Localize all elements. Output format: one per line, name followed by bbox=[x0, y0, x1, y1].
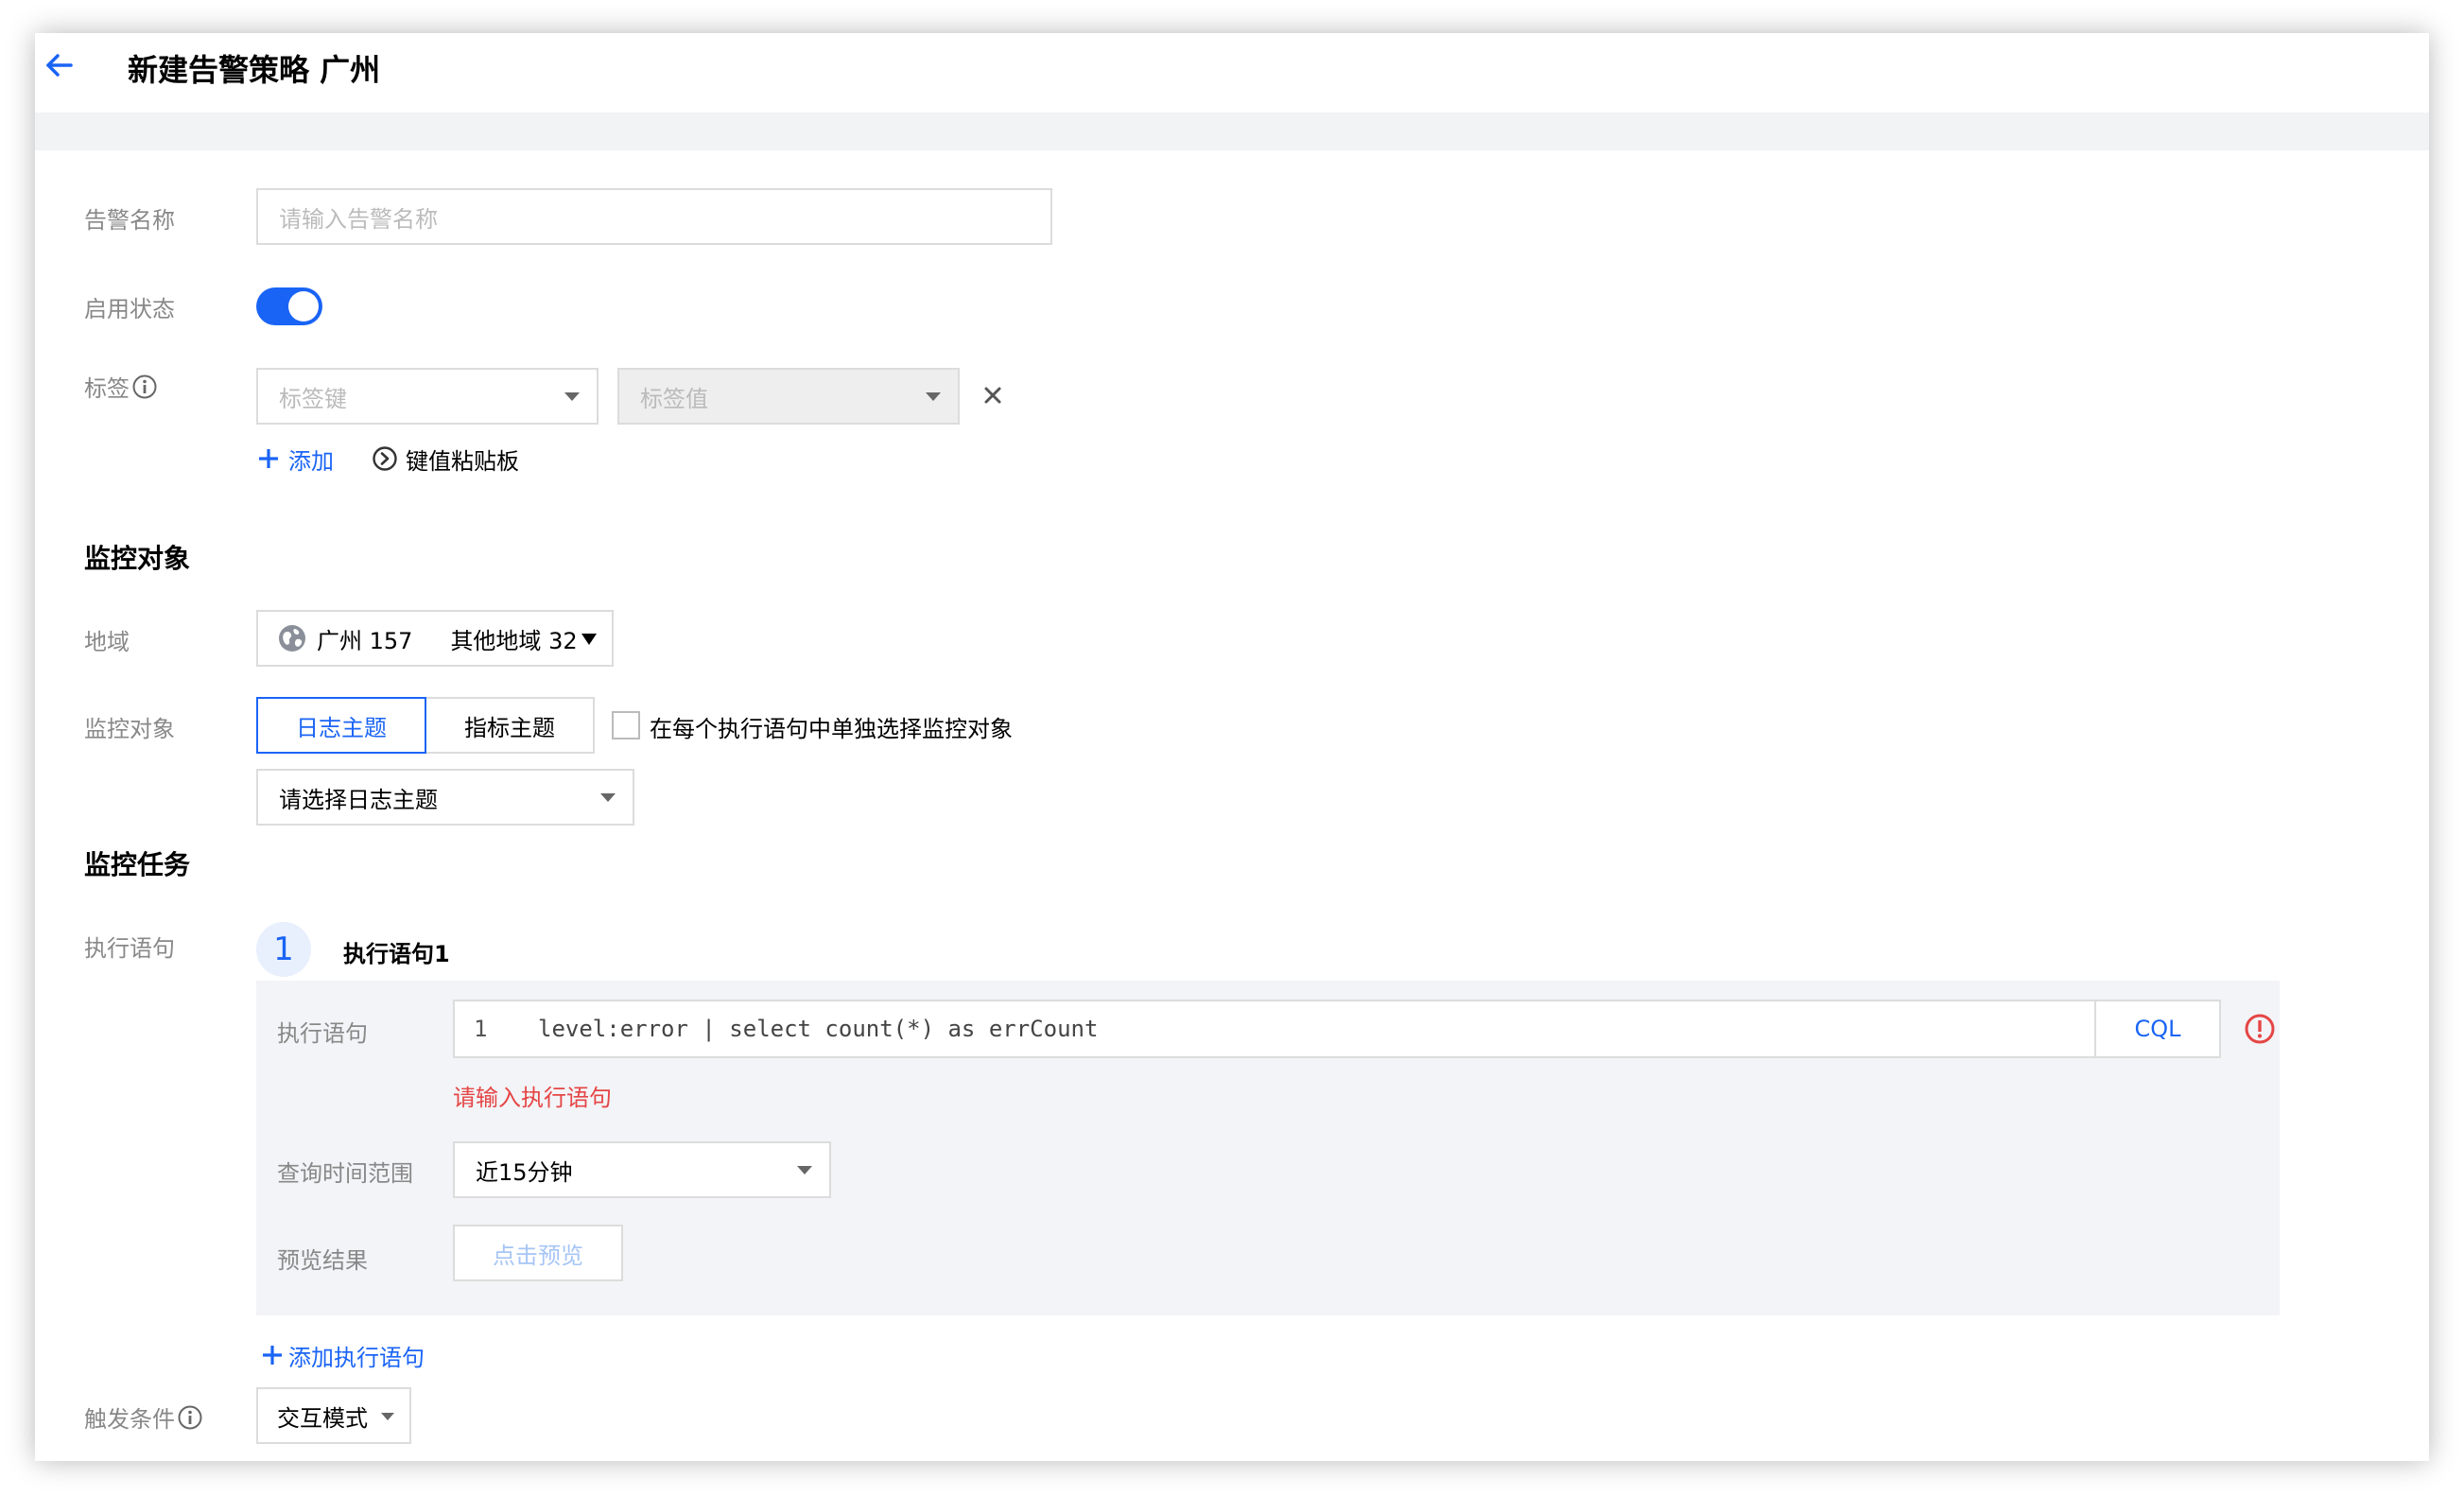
info-icon[interactable] bbox=[177, 1404, 203, 1431]
add-tag-label: 添加 bbox=[288, 447, 334, 475]
tag-value-select[interactable]: 标签值 bbox=[617, 368, 960, 425]
plus-icon bbox=[259, 449, 278, 468]
tag-key-placeholder: 标签键 bbox=[279, 385, 347, 412]
region-other: 其他地域 32 bbox=[450, 627, 578, 654]
region-primary: 广州 157 bbox=[317, 627, 413, 654]
log-topic-select[interactable]: 请选择日志主题 bbox=[256, 769, 634, 826]
app-window: 新建告警策略 广州 告警名称 请输入告警名称 启用状态 标签 标签键 标签值 添… bbox=[35, 33, 2429, 1461]
add-tag-link[interactable]: 添加 bbox=[256, 440, 334, 478]
monitor-object-label: 监控对象 bbox=[84, 716, 175, 742]
chevron-down-icon bbox=[381, 1413, 394, 1420]
code-text: level:error | select count(*) as errCoun… bbox=[538, 1016, 1099, 1042]
step-title: 执行语句1 bbox=[343, 941, 450, 967]
back-arrow-icon[interactable] bbox=[43, 48, 77, 82]
per-statement-checkbox[interactable] bbox=[612, 711, 640, 739]
time-range-value: 近15分钟 bbox=[476, 1158, 573, 1186]
enable-status-toggle[interactable] bbox=[256, 287, 322, 325]
cql-button[interactable]: CQL bbox=[2094, 1000, 2221, 1058]
tab-log-topic[interactable]: 日志主题 bbox=[256, 697, 426, 754]
trigger-label: 触发条件 bbox=[84, 1406, 175, 1433]
trigger-mode-value: 交互模式 bbox=[277, 1404, 368, 1432]
region-select[interactable]: 广州 157 其他地域 32 bbox=[256, 610, 614, 667]
clipboard-link[interactable]: 键值粘贴板 bbox=[372, 440, 519, 478]
statement-error-text: 请输入执行语句 bbox=[453, 1085, 612, 1111]
log-topic-select-value: 请选择日志主题 bbox=[279, 786, 438, 813]
region-label: 地域 bbox=[84, 629, 130, 655]
tag-key-select[interactable]: 标签键 bbox=[256, 368, 599, 425]
statement-code-input[interactable]: 1 level:error | select count(*) as errCo… bbox=[453, 1000, 2096, 1058]
header-divider-band bbox=[35, 113, 2429, 150]
toggle-knob bbox=[288, 291, 319, 322]
monitor-object-section-title: 监控对象 bbox=[84, 543, 191, 574]
top-bar: 新建告警策略 广州 bbox=[35, 33, 2429, 113]
chevron-down-icon bbox=[926, 392, 941, 401]
chevron-down-icon bbox=[600, 793, 616, 802]
clipboard-label: 键值粘贴板 bbox=[406, 447, 519, 475]
add-statement-link[interactable]: 添加执行语句 bbox=[260, 1338, 425, 1372]
statement-section-label: 执行语句 bbox=[84, 935, 175, 962]
tags-label-row: 标签 bbox=[84, 370, 158, 403]
error-alert-icon bbox=[2245, 1014, 2275, 1044]
close-icon[interactable] bbox=[982, 385, 1003, 406]
add-statement-label: 添加执行语句 bbox=[288, 1344, 425, 1371]
preview-button[interactable]: 点击预览 bbox=[453, 1225, 623, 1281]
caret-down-icon bbox=[581, 634, 597, 645]
time-range-label: 查询时间范围 bbox=[277, 1160, 413, 1187]
tab-metric-topic[interactable]: 指标主题 bbox=[425, 697, 595, 754]
code-line-number: 1 bbox=[474, 1016, 488, 1042]
chevron-down-icon bbox=[797, 1166, 812, 1174]
info-icon[interactable] bbox=[131, 374, 158, 400]
trigger-mode-select[interactable]: 交互模式 bbox=[256, 1387, 411, 1444]
alarm-name-input[interactable]: 请输入告警名称 bbox=[256, 188, 1052, 245]
chevron-right-circle-icon bbox=[373, 446, 397, 471]
statement-label: 执行语句 bbox=[277, 1020, 368, 1047]
time-range-select[interactable]: 近15分钟 bbox=[453, 1141, 831, 1198]
tags-label: 标签 bbox=[84, 375, 130, 402]
monitor-task-section-title: 监控任务 bbox=[84, 849, 191, 880]
trigger-label-row: 触发条件 bbox=[84, 1400, 203, 1434]
alarm-name-label: 告警名称 bbox=[84, 207, 175, 234]
per-statement-checkbox-label: 在每个执行语句中单独选择监控对象 bbox=[650, 716, 1013, 742]
step-number: 1 bbox=[256, 922, 311, 977]
page-title: 新建告警策略 广州 bbox=[128, 52, 381, 88]
enable-status-label: 启用状态 bbox=[84, 296, 175, 322]
preview-label: 预览结果 bbox=[277, 1247, 368, 1274]
globe-icon bbox=[279, 625, 305, 652]
tag-value-placeholder: 标签值 bbox=[640, 385, 708, 412]
chevron-down-icon bbox=[564, 392, 580, 401]
plus-icon bbox=[263, 1346, 282, 1365]
